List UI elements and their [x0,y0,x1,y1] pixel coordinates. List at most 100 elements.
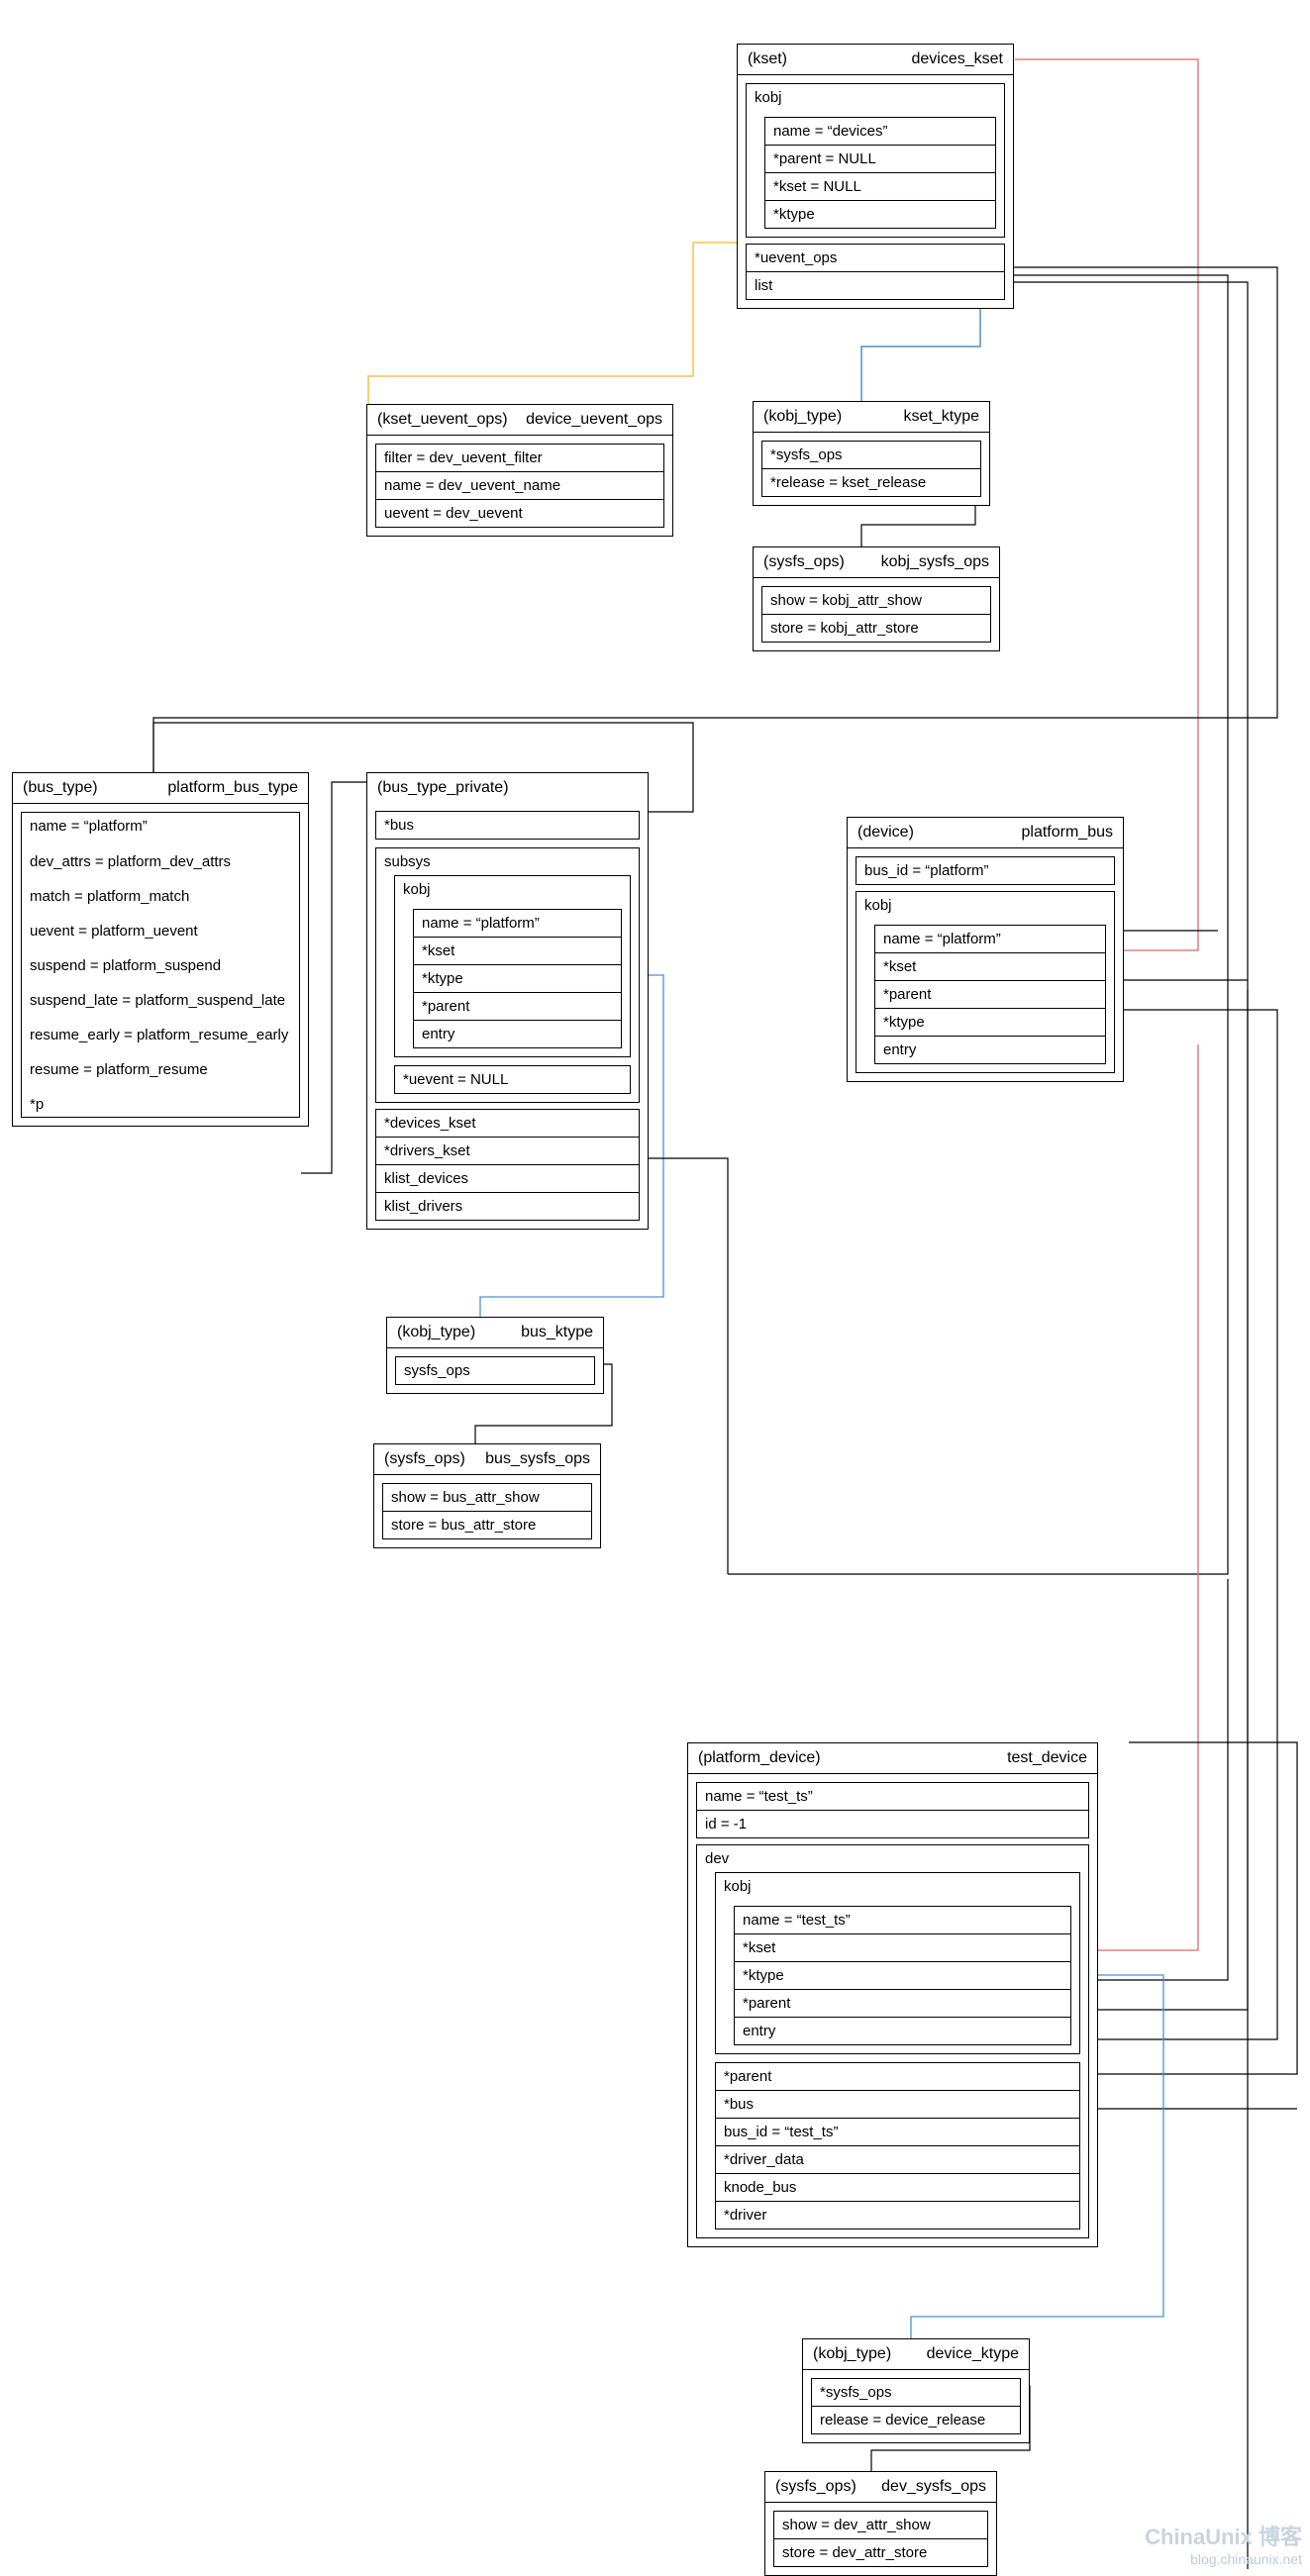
field: list [747,271,1004,299]
field: *parent = NULL [765,145,995,172]
title: (kobj_type) bus_ktype [387,1318,603,1348]
instance-label: platform_bus_type [167,779,298,797]
kobj-label: kobj [747,84,1004,111]
field: bus_id = “test_ts” [716,2118,1079,2145]
title: (bus_type) platform_bus_type [13,773,308,804]
kobj-label: kobj [716,1873,1079,1900]
field: store = dev_attr_store [774,2538,987,2566]
field: *driver_data [716,2145,1079,2173]
field: *parent [716,2063,1079,2090]
field: *kset = NULL [765,172,995,200]
box-test-device: (platform_device) test_device name = “te… [687,1742,1098,2247]
type-label: (sysfs_ops) [763,553,845,571]
type-label: (sysfs_ops) [775,2478,857,2496]
type-label: (sysfs_ops) [384,1450,465,1468]
field: name = “platform” [22,813,299,840]
field: name = “devices” [765,118,995,145]
field: uevent = platform_uevent [22,909,299,943]
field: *p [22,1082,299,1117]
field: *devices_kset [376,1110,639,1137]
type-label: (kset) [748,50,787,68]
box-device-ktype: (kobj_type) device_ktype *sysfs_ops rele… [802,2338,1030,2443]
box-bus-ktype: (kobj_type) bus_ktype sysfs_ops [386,1317,604,1394]
connector-lines [0,0,1310,2569]
box-kset-ktype: (kobj_type) kset_ktype *sysfs_ops *relea… [753,401,990,506]
box-platform-bus: (device) platform_bus bus_id = “platform… [847,817,1124,1082]
field: *release = kset_release [762,468,980,496]
type-label: (bus_type_private) [377,779,509,797]
field: *uevent = NULL [395,1066,630,1093]
instance-label: bus_sysfs_ops [485,1450,590,1468]
field: *kset [735,1933,1070,1961]
field: *ktype [414,964,621,992]
field: entry [875,1036,1105,1063]
field: name = dev_uevent_name [376,471,663,499]
field: *uevent_ops [747,245,1004,271]
field: filter = dev_uevent_filter [376,445,663,471]
instance-label: dev_sysfs_ops [881,2478,986,2496]
title: (kobj_type) device_ktype [803,2339,1029,2370]
type-label: (bus_type) [23,779,98,797]
field: name = “test_ts” [735,1907,1070,1933]
field: release = device_release [812,2406,1020,2433]
field: name = “platform” [414,910,621,937]
field: name = “test_ts” [697,1783,1088,1810]
type-label: (kobj_type) [397,1324,475,1341]
watermark-main: ChinaUnix 博客 [1145,2520,1302,2551]
instance-label: device_ktype [927,2345,1019,2363]
type-label: (kobj_type) [813,2345,891,2363]
title: (device) platform_bus [848,818,1123,848]
box-devices-kset: (kset) devices_kset kobj name = “devices… [737,44,1014,309]
field: *kset [414,937,621,964]
field: entry [735,2017,1070,2044]
field: knode_bus [716,2173,1079,2201]
field: *drivers_kset [376,1137,639,1164]
field: show = dev_attr_show [774,2512,987,2538]
instance-label: platform_bus [1022,824,1114,842]
field: resume = platform_resume [22,1047,299,1082]
type-label: (platform_device) [698,1749,821,1767]
box-device-uevent-ops: (kset_uevent_ops) device_uevent_ops filt… [366,404,673,537]
field: *driver [716,2201,1079,2229]
field: name = “platform” [875,926,1105,952]
field: uevent = dev_uevent [376,499,663,527]
field: *bus [376,812,639,839]
field: *sysfs_ops [762,442,980,468]
title: (sysfs_ops) bus_sysfs_ops [374,1444,600,1475]
instance-label: bus_ktype [521,1324,593,1341]
diagram-canvas: (kset) devices_kset kobj name = “devices… [0,0,1310,2569]
box-platform-bus-type: (bus_type) platform_bus_type name = “pla… [12,772,309,1127]
field: *ktype [765,200,995,228]
instance-label: kobj_sysfs_ops [881,553,989,571]
field: *parent [414,992,621,1020]
field: *ktype [875,1008,1105,1036]
field: klist_devices [376,1164,639,1192]
instance-label: kset_ktype [904,408,979,426]
field: match = platform_match [22,874,299,909]
field: resume_early = platform_resume_early [22,1013,299,1047]
field: klist_drivers [376,1192,639,1220]
field: *kset [875,952,1105,980]
type-label: (device) [857,824,914,842]
field: entry [414,1020,621,1047]
watermark-sub: blog.chinaunix.net [1190,2551,1302,2567]
field: show = kobj_attr_show [762,587,990,614]
box-dev-sysfs-ops: (sysfs_ops) dev_sysfs_ops show = dev_att… [764,2471,997,2576]
field: show = bus_attr_show [383,1484,591,1511]
title-devices-kset: (kset) devices_kset [738,45,1013,75]
field: *parent [875,980,1105,1008]
field: sysfs_ops [396,1357,594,1384]
kobj-label: kobj [395,876,630,903]
type-label: (kset_uevent_ops) [377,411,508,429]
title: (kobj_type) kset_ktype [754,402,989,433]
field: *sysfs_ops [812,2379,1020,2406]
field: suspend_late = platform_suspend_late [22,978,299,1013]
kobj-label: kobj [857,892,1114,919]
field: bus_id = “platform” [857,857,1114,884]
field: suspend = platform_suspend [22,943,299,978]
field: *ktype [735,1961,1070,1989]
title: (sysfs_ops) kobj_sysfs_ops [754,547,999,578]
box-bus-type-private: (bus_type_private) *bus subsys kobj name… [366,772,649,1230]
field: store = bus_attr_store [383,1511,591,1538]
dev-label: dev [697,1845,1088,1872]
